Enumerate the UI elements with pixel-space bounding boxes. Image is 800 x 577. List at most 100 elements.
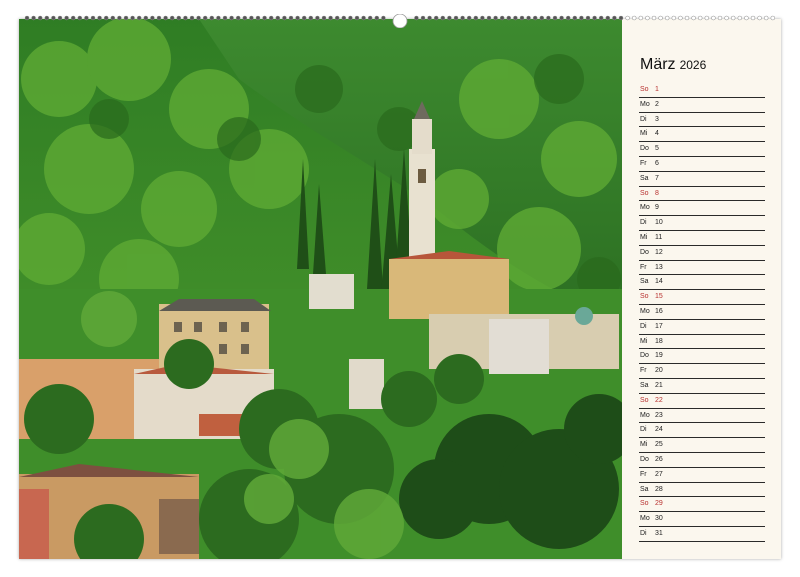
day-row: Di 10 [639, 216, 765, 231]
binding-hole [275, 15, 281, 21]
binding-hole [645, 15, 650, 21]
day-number: 11 [655, 233, 663, 241]
binding-hole [486, 15, 492, 21]
weekday-label: Do [640, 455, 649, 463]
binding-hole [249, 15, 254, 21]
day-number: 31 [655, 529, 663, 537]
binding-hole [367, 15, 373, 21]
binding-hole [638, 15, 644, 21]
day-number: 15 [655, 293, 663, 301]
weekday-label: Mo [640, 515, 650, 523]
binding-hole [480, 15, 485, 21]
day-number: 28 [655, 485, 663, 493]
binding-hole [671, 15, 677, 21]
day-number: 5 [655, 145, 659, 153]
binding-hole [453, 15, 459, 21]
binding-hole [763, 15, 769, 21]
day-row: So 22 [639, 394, 765, 409]
binding-hole [559, 15, 564, 21]
binding-hole [466, 15, 472, 21]
binding-hole [77, 15, 83, 21]
binding-hole [288, 15, 294, 21]
weekday-label: So [640, 396, 649, 404]
weekday-label: Mi [640, 337, 648, 345]
weekday-label: Di [640, 115, 647, 123]
day-row: Mi 4 [639, 127, 765, 143]
binding-hole [572, 15, 578, 21]
binding-hole [334, 15, 340, 21]
weekday-label: Mo [640, 204, 650, 212]
binding-hole [532, 15, 538, 21]
day-row: So 29 [639, 497, 765, 513]
binding-hole [183, 15, 188, 21]
binding-hole [526, 15, 531, 21]
day-number: 9 [655, 204, 659, 212]
binding-hole [585, 15, 591, 21]
binding-hole [295, 15, 300, 21]
day-row: Fr 20 [639, 364, 765, 379]
binding-hole [605, 15, 611, 21]
day-number: 8 [655, 189, 659, 197]
binding-hole [447, 15, 452, 21]
day-row: So 15 [639, 290, 765, 305]
binding-hole [744, 15, 749, 21]
year-label: 2026 [679, 58, 707, 72]
weekday-label: Fr [640, 263, 647, 271]
binding-hole [143, 15, 149, 21]
day-row: Sa 14 [639, 275, 765, 291]
day-number: 6 [655, 159, 659, 167]
day-number: 13 [655, 263, 663, 271]
binding-hole [315, 15, 320, 21]
weekday-label: Sa [640, 174, 649, 182]
day-row: Di 3 [639, 113, 765, 128]
calendar-panel: März 2026 So 1 Mo 2 Di 3 Mi 4 Do 5 Fr 6 Sa 7 So 8 Mo 9 Di 10… [622, 19, 781, 559]
day-number: 19 [655, 352, 663, 360]
binding-hole [499, 15, 505, 21]
binding-hole [202, 15, 208, 21]
weekday-label: Mo [640, 307, 650, 315]
binding-hole [97, 15, 102, 21]
day-number: 26 [655, 455, 663, 463]
day-number: 16 [655, 307, 663, 315]
binding-hole [625, 15, 630, 21]
binding-hole [724, 15, 729, 21]
weekday-label: Sa [640, 278, 649, 286]
weekday-label: Sa [640, 485, 649, 493]
day-row: Mi 18 [639, 335, 765, 350]
binding-hole [348, 15, 353, 21]
weekday-label: So [640, 189, 649, 197]
weekday-label: Do [640, 248, 649, 256]
binding-hole [222, 15, 228, 21]
binding-hole [631, 15, 637, 21]
binding-hole [84, 15, 89, 21]
binding-hole [618, 15, 624, 21]
day-number: 17 [655, 322, 663, 330]
binding-hole [209, 15, 215, 21]
binding-hole [308, 15, 314, 21]
day-row: Sa 7 [639, 172, 765, 187]
binding-hole [697, 15, 703, 21]
weekday-label: Di [640, 529, 647, 537]
landscape-photo [19, 19, 622, 559]
binding-hole [268, 15, 274, 21]
binding-hole [737, 15, 743, 21]
binding-hole [493, 15, 498, 21]
weekday-label: So [640, 86, 649, 93]
binding-hole [770, 15, 776, 21]
day-number: 23 [655, 411, 663, 419]
binding-hole [539, 15, 545, 21]
day-number: 22 [655, 396, 663, 404]
binding-hole [506, 15, 512, 21]
weekday-label: So [640, 293, 649, 301]
day-number: 25 [655, 441, 663, 449]
day-number: 18 [655, 337, 663, 345]
day-number: 24 [655, 426, 663, 434]
day-row: Sa 28 [639, 483, 765, 498]
day-row: Do 12 [639, 246, 765, 261]
binding-hole [598, 15, 604, 21]
binding-hole [513, 15, 518, 21]
binding-hole [150, 15, 155, 21]
binding-hole [711, 15, 716, 21]
binding-hole [684, 15, 690, 21]
binding-hole [44, 15, 50, 21]
